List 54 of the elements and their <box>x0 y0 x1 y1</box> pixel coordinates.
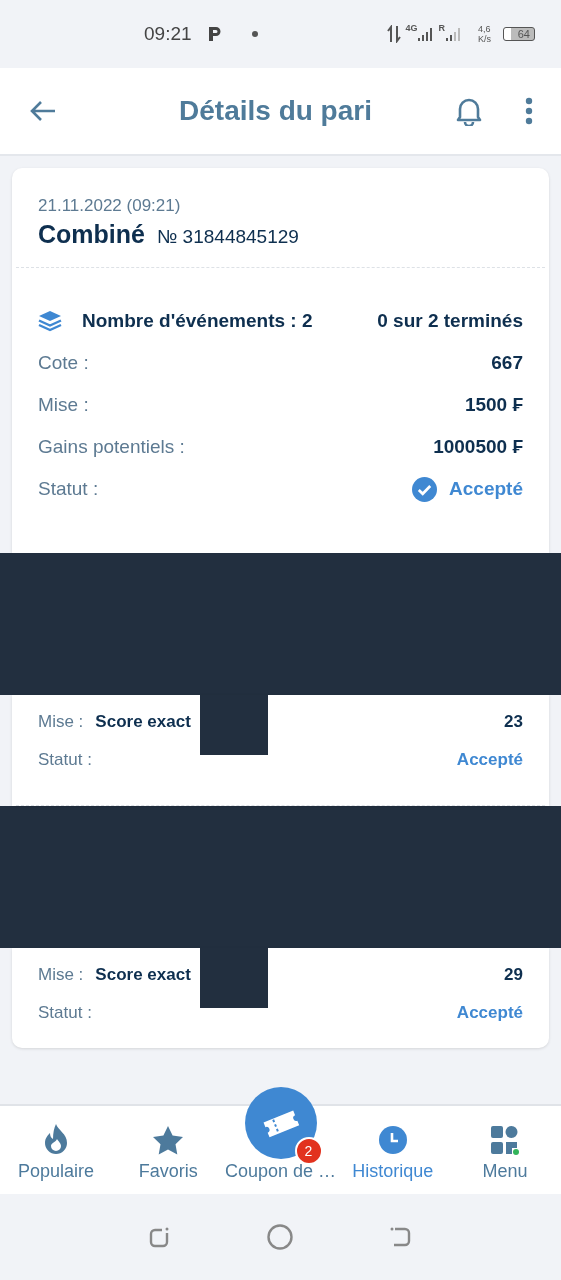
flame-icon <box>43 1123 70 1155</box>
row-label: Gains potentiels : <box>38 436 185 458</box>
row-value: 667 <box>491 352 523 374</box>
nav-tab[interactable]: Menu <box>448 1106 561 1194</box>
status-label: Statut : <box>38 1003 92 1023</box>
odds-value: 29 <box>504 965 523 985</box>
bell-icon[interactable] <box>455 96 483 126</box>
battery-indicator: 64 <box>503 27 535 41</box>
more-options-icon[interactable] <box>525 97 533 125</box>
data-arrows-icon <box>387 25 402 43</box>
count-badge: 2 <box>294 1137 323 1165</box>
row-label: Cote : <box>38 352 89 374</box>
row-label: Mise : <box>38 712 84 732</box>
signal-icon <box>418 27 435 41</box>
tab-label: Menu <box>482 1161 528 1182</box>
status-time: 09:21 <box>144 23 192 45</box>
market-name: Score exact <box>95 712 191 732</box>
nav-tab[interactable]: Favoris <box>112 1106 225 1194</box>
speed-unit: K/s <box>478 34 491 44</box>
back-arrow-icon[interactable] <box>30 100 56 122</box>
events-count: Nombre d'événements : 2 <box>82 310 313 332</box>
bet-type: Combiné <box>38 220 145 249</box>
nav-tab[interactable]: Populaire <box>0 1106 113 1194</box>
tab-label: Historique <box>352 1161 434 1182</box>
home-icon[interactable] <box>267 1224 294 1250</box>
star-icon <box>152 1125 185 1155</box>
market-name: Score exact <box>95 965 191 985</box>
check-circle-icon <box>412 476 438 502</box>
tab-label: Populaire <box>18 1161 95 1182</box>
bet-number: № 31844845129 <box>156 226 299 248</box>
status-label: Statut : <box>38 750 92 770</box>
status-value: Accepté <box>449 478 523 500</box>
dot-icon <box>251 31 258 37</box>
network-label: 4G <box>405 23 418 33</box>
row-label: Mise : <box>38 394 89 416</box>
ticket-icon <box>261 1108 300 1138</box>
row-label: Mise : <box>38 965 84 985</box>
parking-icon <box>207 26 222 42</box>
tab-label: Favoris <box>138 1161 198 1182</box>
status-value: Accepté <box>456 750 523 770</box>
odds-value: 23 <box>504 712 523 732</box>
row-value: 1500 ₣ <box>464 394 523 416</box>
layers-icon <box>38 310 62 332</box>
grid-icon <box>489 1125 520 1155</box>
nav-tab[interactable]: 2 Coupon de … <box>224 1082 337 1194</box>
row-value: 1000500 ₣ <box>433 436 523 458</box>
speed-value: 4,6 <box>478 24 491 34</box>
status-label: Statut : <box>38 478 99 500</box>
roaming-label: R <box>438 23 445 33</box>
status-value: Accepté <box>456 1003 523 1023</box>
nav-tab[interactable]: Historique <box>336 1106 449 1194</box>
page-title: Détails du pari <box>178 95 373 127</box>
bet-date: 21.11.2022 (09:21) <box>38 196 182 216</box>
clock-icon <box>377 1125 408 1155</box>
